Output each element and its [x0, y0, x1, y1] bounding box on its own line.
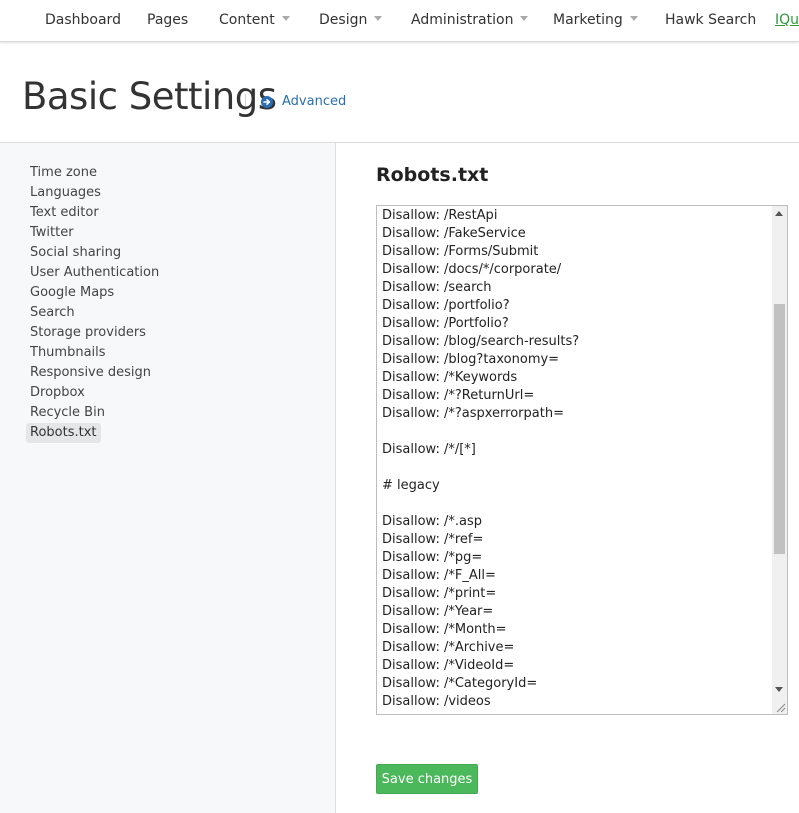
sidebar-item-twitter[interactable]: Twitter	[26, 223, 78, 243]
scrollbar-thumb[interactable]	[774, 304, 785, 554]
nav-administration[interactable]: Administration	[411, 12, 529, 28]
advanced-label: Advanced	[282, 94, 347, 109]
sidebar-item-google-maps[interactable]: Google Maps	[26, 283, 118, 303]
nav-pages[interactable]: Pages	[147, 12, 188, 28]
sidebar-item-social-sharing[interactable]: Social sharing	[26, 243, 125, 263]
robots-txt-content[interactable]: Disallow: /RestApi Disallow: /FakeServic…	[382, 207, 767, 711]
save-changes-button[interactable]: Save changes	[376, 764, 478, 794]
top-navigation: Dashboard Pages Content Design Administr…	[0, 0, 799, 42]
chevron-down-icon	[374, 16, 383, 21]
nav-ique[interactable]: IQue	[775, 12, 799, 28]
sidebar-item-recycle-bin[interactable]: Recycle Bin	[26, 403, 109, 423]
nav-design[interactable]: Design	[319, 12, 383, 28]
chevron-down-icon	[629, 16, 638, 21]
nav-content[interactable]: Content	[219, 12, 290, 28]
sidebar-item-time-zone[interactable]: Time zone	[26, 163, 101, 183]
settings-menu: Time zone Languages Text editor Twitter …	[26, 163, 163, 443]
sidebar-item-robots-txt[interactable]: Robots.txt	[26, 423, 101, 443]
sidebar-item-storage-providers[interactable]: Storage providers	[26, 323, 150, 343]
nav-marketing[interactable]: Marketing	[553, 12, 638, 28]
robots-txt-editor[interactable]: Disallow: /RestApi Disallow: /FakeServic…	[376, 205, 788, 715]
sidebar-item-dropbox[interactable]: Dropbox	[26, 383, 89, 403]
advanced-link[interactable]: Advanced	[261, 94, 346, 109]
section-title: Robots.txt	[376, 164, 489, 186]
scroll-down-icon[interactable]	[775, 687, 783, 692]
editor-scrollbar[interactable]	[772, 206, 787, 714]
scroll-up-icon[interactable]	[775, 211, 783, 216]
chevron-down-icon	[520, 16, 529, 21]
arrow-circle-right-icon	[261, 95, 273, 108]
chevron-down-icon	[281, 16, 290, 21]
nav-dashboard[interactable]: Dashboard	[45, 12, 121, 28]
sidebar-item-user-authentication[interactable]: User Authentication	[26, 263, 163, 283]
nav-hawk-search[interactable]: Hawk Search	[665, 12, 756, 28]
sidebar-item-search[interactable]: Search	[26, 303, 79, 323]
sidebar-item-responsive-design[interactable]: Responsive design	[26, 363, 155, 383]
sidebar-item-thumbnails[interactable]: Thumbnails	[26, 343, 110, 363]
settings-sidebar: Time zone Languages Text editor Twitter …	[0, 143, 336, 813]
sidebar-item-text-editor[interactable]: Text editor	[26, 203, 103, 223]
resize-grip-icon[interactable]	[774, 701, 786, 713]
page-title: Basic Settings	[22, 75, 277, 118]
title-divider	[245, 94, 246, 106]
sidebar-item-languages[interactable]: Languages	[26, 183, 105, 203]
